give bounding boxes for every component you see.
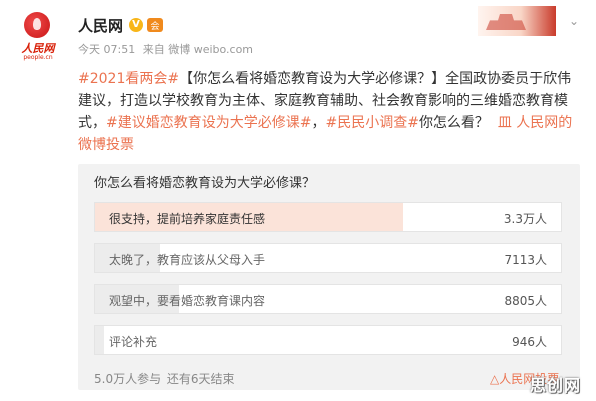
avatar-logo-url: people.cn <box>23 54 53 61</box>
verified-badge-icon: V <box>129 18 144 32</box>
poll-remaining: 还有6天结束 <box>166 372 235 386</box>
post-source: 来自 微博 weibo.com <box>142 43 254 56</box>
tiananmen-banner-icon <box>486 14 526 30</box>
people-daily-logo-icon <box>24 12 50 38</box>
poll-option-count: 8805人 <box>504 294 547 308</box>
vip-badge-icon: 会 <box>147 18 164 32</box>
post-separator: ， <box>311 115 326 131</box>
hashtag-topic[interactable]: #建议婚恋教育设为大学必修课# <box>106 115 311 131</box>
poll-option-count: 946人 <box>512 335 547 349</box>
poll-option[interactable]: 很支持，提前培养家庭责任感 3.3万人 <box>94 202 562 232</box>
post-body: #2021看两会#【你怎么看将婚恋教育设为大学必修课？】全国政协委员于欣伟建议，… <box>78 68 584 156</box>
poll-option-label: 观望中，要看婚恋教育课内容 <box>109 294 266 308</box>
chevron-down-icon[interactable]: ⌄ <box>566 15 582 27</box>
post-meta: 今天 07:51 来自 微博 weibo.com <box>78 41 257 57</box>
post-tail: 你怎么看？ <box>418 115 489 131</box>
poll-option-label: 评论补充 <box>109 335 158 349</box>
poll-option-count: 7113人 <box>504 253 547 267</box>
poll-option-count: 3.3万人 <box>503 212 547 226</box>
poll-option[interactable]: 太晚了，教育应该从父母入手 7113人 <box>94 243 562 273</box>
site-watermark: 思创网 <box>530 376 582 395</box>
poll-card: 你怎么看将婚恋教育设为大学必修课？ 很支持，提前培养家庭责任感 3.3万人 太晚… <box>78 164 580 390</box>
hashtag-event[interactable]: #2021看两会# <box>78 71 179 87</box>
poll-option-label: 太晚了，教育应该从父母入手 <box>109 253 266 267</box>
post-time[interactable]: 今天 07:51 <box>78 43 135 56</box>
avatar[interactable]: 人民网 people.cn <box>14 10 62 64</box>
header-banner <box>478 6 556 36</box>
poll-participants: 5.0万人参与 <box>94 372 162 386</box>
poll-option-fill <box>95 326 105 354</box>
poll-footer: 5.0万人参与 还有6天结束 <box>94 370 237 387</box>
poll-option-label: 很支持，提前培养家庭责任感 <box>109 212 266 226</box>
account-name[interactable]: 人民网 <box>78 15 123 36</box>
poll-question: 你怎么看将婚恋教育设为大学必修课？ <box>94 176 316 191</box>
hashtag-survey[interactable]: #民民小调查# <box>325 115 418 131</box>
account-name-row: 人民网 V 会 <box>78 14 164 36</box>
poll-option[interactable]: 评论补充 946人 <box>94 325 562 355</box>
poll-option[interactable]: 观望中，要看婚恋教育课内容 8805人 <box>94 284 562 314</box>
